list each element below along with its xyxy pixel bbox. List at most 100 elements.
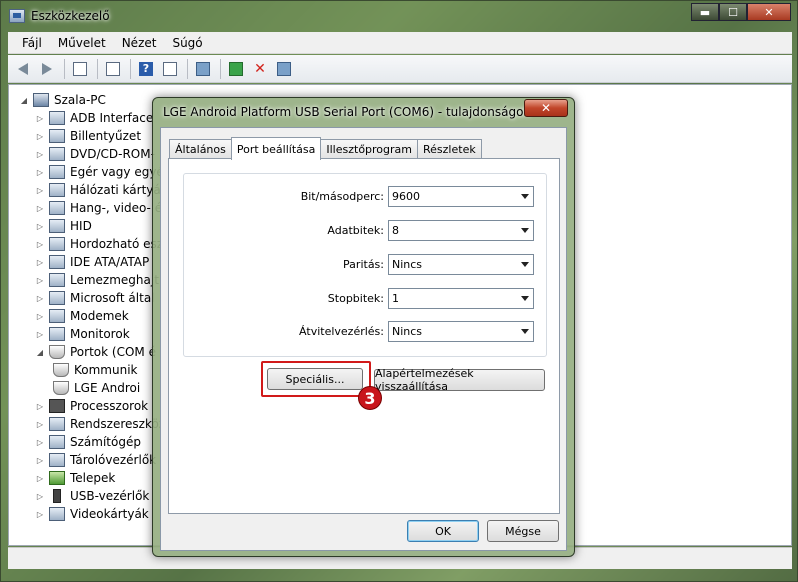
tree-item-label: Kommunik [74, 363, 138, 377]
tree-item-label: DVD/CD-ROM- [70, 147, 155, 161]
tree-item[interactable]: ▷ Telepek [35, 469, 165, 487]
bits-per-second-label: Bit/másodperc: [300, 190, 384, 203]
action-pane-icon [163, 61, 177, 76]
tab-details[interactable]: Részletek [417, 139, 482, 159]
tab-general[interactable]: Általános [169, 139, 232, 159]
back-button[interactable] [12, 59, 34, 79]
menu-bar: Fájl Művelet Nézet Súgó [8, 32, 792, 54]
collapsed-icon[interactable]: ▷ [35, 168, 45, 177]
collapsed-icon[interactable]: ▷ [35, 456, 45, 465]
collapsed-icon[interactable]: ▷ [35, 240, 45, 249]
tree-item[interactable]: ▷ Hordozható esz [35, 235, 165, 253]
collapsed-icon[interactable]: ▷ [35, 258, 45, 267]
menu-file[interactable]: Fájl [14, 34, 50, 52]
stop-bits-select[interactable]: 1 [388, 288, 534, 309]
tree-item[interactable]: ▷ Microsoft által [35, 289, 165, 307]
menu-action[interactable]: Művelet [50, 34, 114, 52]
tree-item[interactable]: ▷ DVD/CD-ROM- [35, 145, 165, 163]
expanded-icon[interactable]: ◢ [35, 348, 45, 357]
tree-item[interactable]: ▷ Billentyűzet [35, 127, 165, 145]
scan-hardware-button[interactable] [192, 59, 214, 79]
tree-item[interactable]: ▷ Monitorok [35, 325, 165, 343]
collapsed-icon[interactable]: ▷ [35, 312, 45, 321]
tree-subitem-selected[interactable]: LGE Androi [53, 379, 165, 397]
toolbar: ? ✕ [8, 55, 792, 83]
parity-select[interactable]: Nincs [388, 254, 534, 275]
restore-defaults-button[interactable]: Alapértelmezések visszaállítása [374, 367, 545, 393]
bits-per-second-select[interactable]: 9600 [388, 186, 534, 207]
tree-item[interactable]: ▷ Modemek [35, 307, 165, 325]
disable-button[interactable] [273, 59, 295, 79]
data-bits-label: Adatbitek: [327, 224, 384, 237]
tree-item[interactable]: ▷ ADB Interface [35, 109, 165, 127]
toolbar-separator [97, 58, 98, 79]
data-bits-select[interactable]: 8 [388, 220, 534, 241]
tree-item[interactable]: ▷ Rendszereszköz [35, 415, 165, 433]
close-button[interactable]: ✕ [747, 3, 791, 21]
toolbar-separator [220, 58, 221, 79]
tree-item-label: IDE ATA/ATAP [70, 255, 150, 269]
minimize-button[interactable]: ▬ [691, 3, 719, 21]
tree-item[interactable]: ▷ Processzorok [35, 397, 165, 415]
tree-item[interactable]: ▷ Videokártyák [35, 505, 165, 523]
collapsed-icon[interactable]: ▷ [35, 438, 45, 447]
collapsed-icon[interactable]: ▷ [35, 204, 45, 213]
forward-icon [42, 62, 52, 75]
collapsed-icon[interactable]: ▷ [35, 186, 45, 195]
tree-item[interactable]: ▷ Tárolóvezérlők [35, 451, 165, 469]
uninstall-button[interactable]: ✕ [249, 59, 271, 79]
collapsed-icon[interactable]: ▷ [35, 474, 45, 483]
tree-subitem[interactable]: Kommunik [53, 361, 165, 379]
expanded-icon[interactable]: ◢ [19, 96, 29, 105]
scan-hardware-icon [196, 61, 210, 76]
dialog-close-button[interactable]: ✕ [524, 99, 568, 117]
tree-item-label: ADB Interface [70, 111, 154, 125]
tree-item-ports[interactable]: ◢ Portok (COM é [35, 343, 165, 361]
tab-port-settings[interactable]: Port beállítása [230, 137, 322, 160]
dialog-body: Általános Port beállítása Illesztőprogra… [160, 127, 567, 551]
sound-icon [49, 201, 65, 215]
cancel-button[interactable]: Mégse [487, 520, 559, 542]
tree-root[interactable]: ◢ Szala-PC [19, 91, 165, 109]
tree-item-label: Billentyűzet [70, 129, 142, 143]
tree-item[interactable]: ▷ Egér vagy egyé [35, 163, 165, 181]
properties-button[interactable] [102, 59, 124, 79]
collapsed-icon[interactable]: ▷ [35, 294, 45, 303]
collapsed-icon[interactable]: ▷ [35, 420, 45, 429]
forward-button[interactable] [36, 59, 58, 79]
action-pane-button[interactable] [159, 59, 181, 79]
collapsed-icon[interactable]: ▷ [35, 114, 45, 123]
collapsed-icon[interactable]: ▷ [35, 402, 45, 411]
title-bar[interactable]: Eszközkezelő ▬ ☐ ✕ [1, 1, 797, 31]
disk-drive-icon [49, 273, 65, 287]
tree-item-label: Modemek [70, 309, 129, 323]
flow-control-select[interactable]: Nincs [388, 321, 534, 342]
port-icon [53, 381, 69, 395]
collapsed-icon[interactable]: ▷ [35, 510, 45, 519]
tab-driver[interactable]: Illesztőprogram [320, 139, 419, 159]
collapsed-icon[interactable]: ▷ [35, 132, 45, 141]
help-button[interactable]: ? [135, 59, 157, 79]
tree-item[interactable]: ▷ Számítógép [35, 433, 165, 451]
flow-control-label: Átvitelvezérlés: [299, 325, 384, 338]
collapsed-icon[interactable]: ▷ [35, 330, 45, 339]
collapsed-icon[interactable]: ▷ [35, 222, 45, 231]
tree-item[interactable]: ▷ USB-vezérlők [35, 487, 165, 505]
maximize-button[interactable]: ☐ [719, 3, 747, 21]
menu-help[interactable]: Súgó [164, 34, 210, 52]
tree-item[interactable]: ▷ Lemezmeghajt [35, 271, 165, 289]
update-driver-button[interactable] [225, 59, 247, 79]
show-hide-tree-button[interactable] [69, 59, 91, 79]
port-settings-panel: Bit/másodperc: 9600 Adatbitek: 8 Paritás… [168, 158, 560, 514]
system-device-icon [49, 417, 65, 431]
portable-device-icon [49, 237, 65, 251]
collapsed-icon[interactable]: ▷ [35, 150, 45, 159]
tree-item[interactable]: ▷ IDE ATA/ATAP [35, 253, 165, 271]
tree-item[interactable]: ▷ HID [35, 217, 165, 235]
menu-view[interactable]: Nézet [114, 34, 165, 52]
tree-item[interactable]: ▷ Hálózati kártyá [35, 181, 165, 199]
collapsed-icon[interactable]: ▷ [35, 276, 45, 285]
ok-button[interactable]: OK [407, 520, 479, 542]
collapsed-icon[interactable]: ▷ [35, 492, 45, 501]
tree-item[interactable]: ▷ Hang-, video- é [35, 199, 165, 217]
